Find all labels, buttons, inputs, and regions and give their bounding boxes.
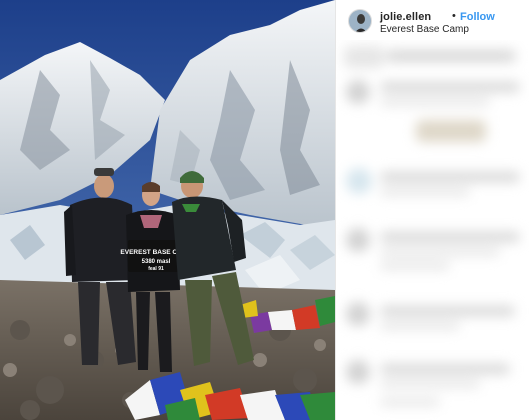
sign-line-2: 5380 masl (142, 259, 171, 265)
post-header: jolie.ellen • Follow Everest Base Camp (336, 0, 529, 42)
blurred-comments (336, 40, 529, 420)
follow-button[interactable]: Follow (460, 11, 495, 23)
separator-dot: • (452, 10, 456, 22)
sign-line-3: feal 91 (148, 266, 164, 272)
avatar-icon (349, 10, 371, 32)
post-photo[interactable]: EVEREST BASE CAMP 5380 masl feal 91 (0, 0, 335, 420)
avatar-image[interactable] (348, 9, 372, 33)
location-link[interactable]: Everest Base Camp (380, 24, 469, 35)
username-link[interactable]: jolie.ellen (380, 11, 431, 23)
everest-base-camp-photo: EVEREST BASE CAMP 5380 masl feal 91 (0, 0, 335, 420)
post-side-panel: jolie.ellen • Follow Everest Base Camp (335, 0, 529, 420)
